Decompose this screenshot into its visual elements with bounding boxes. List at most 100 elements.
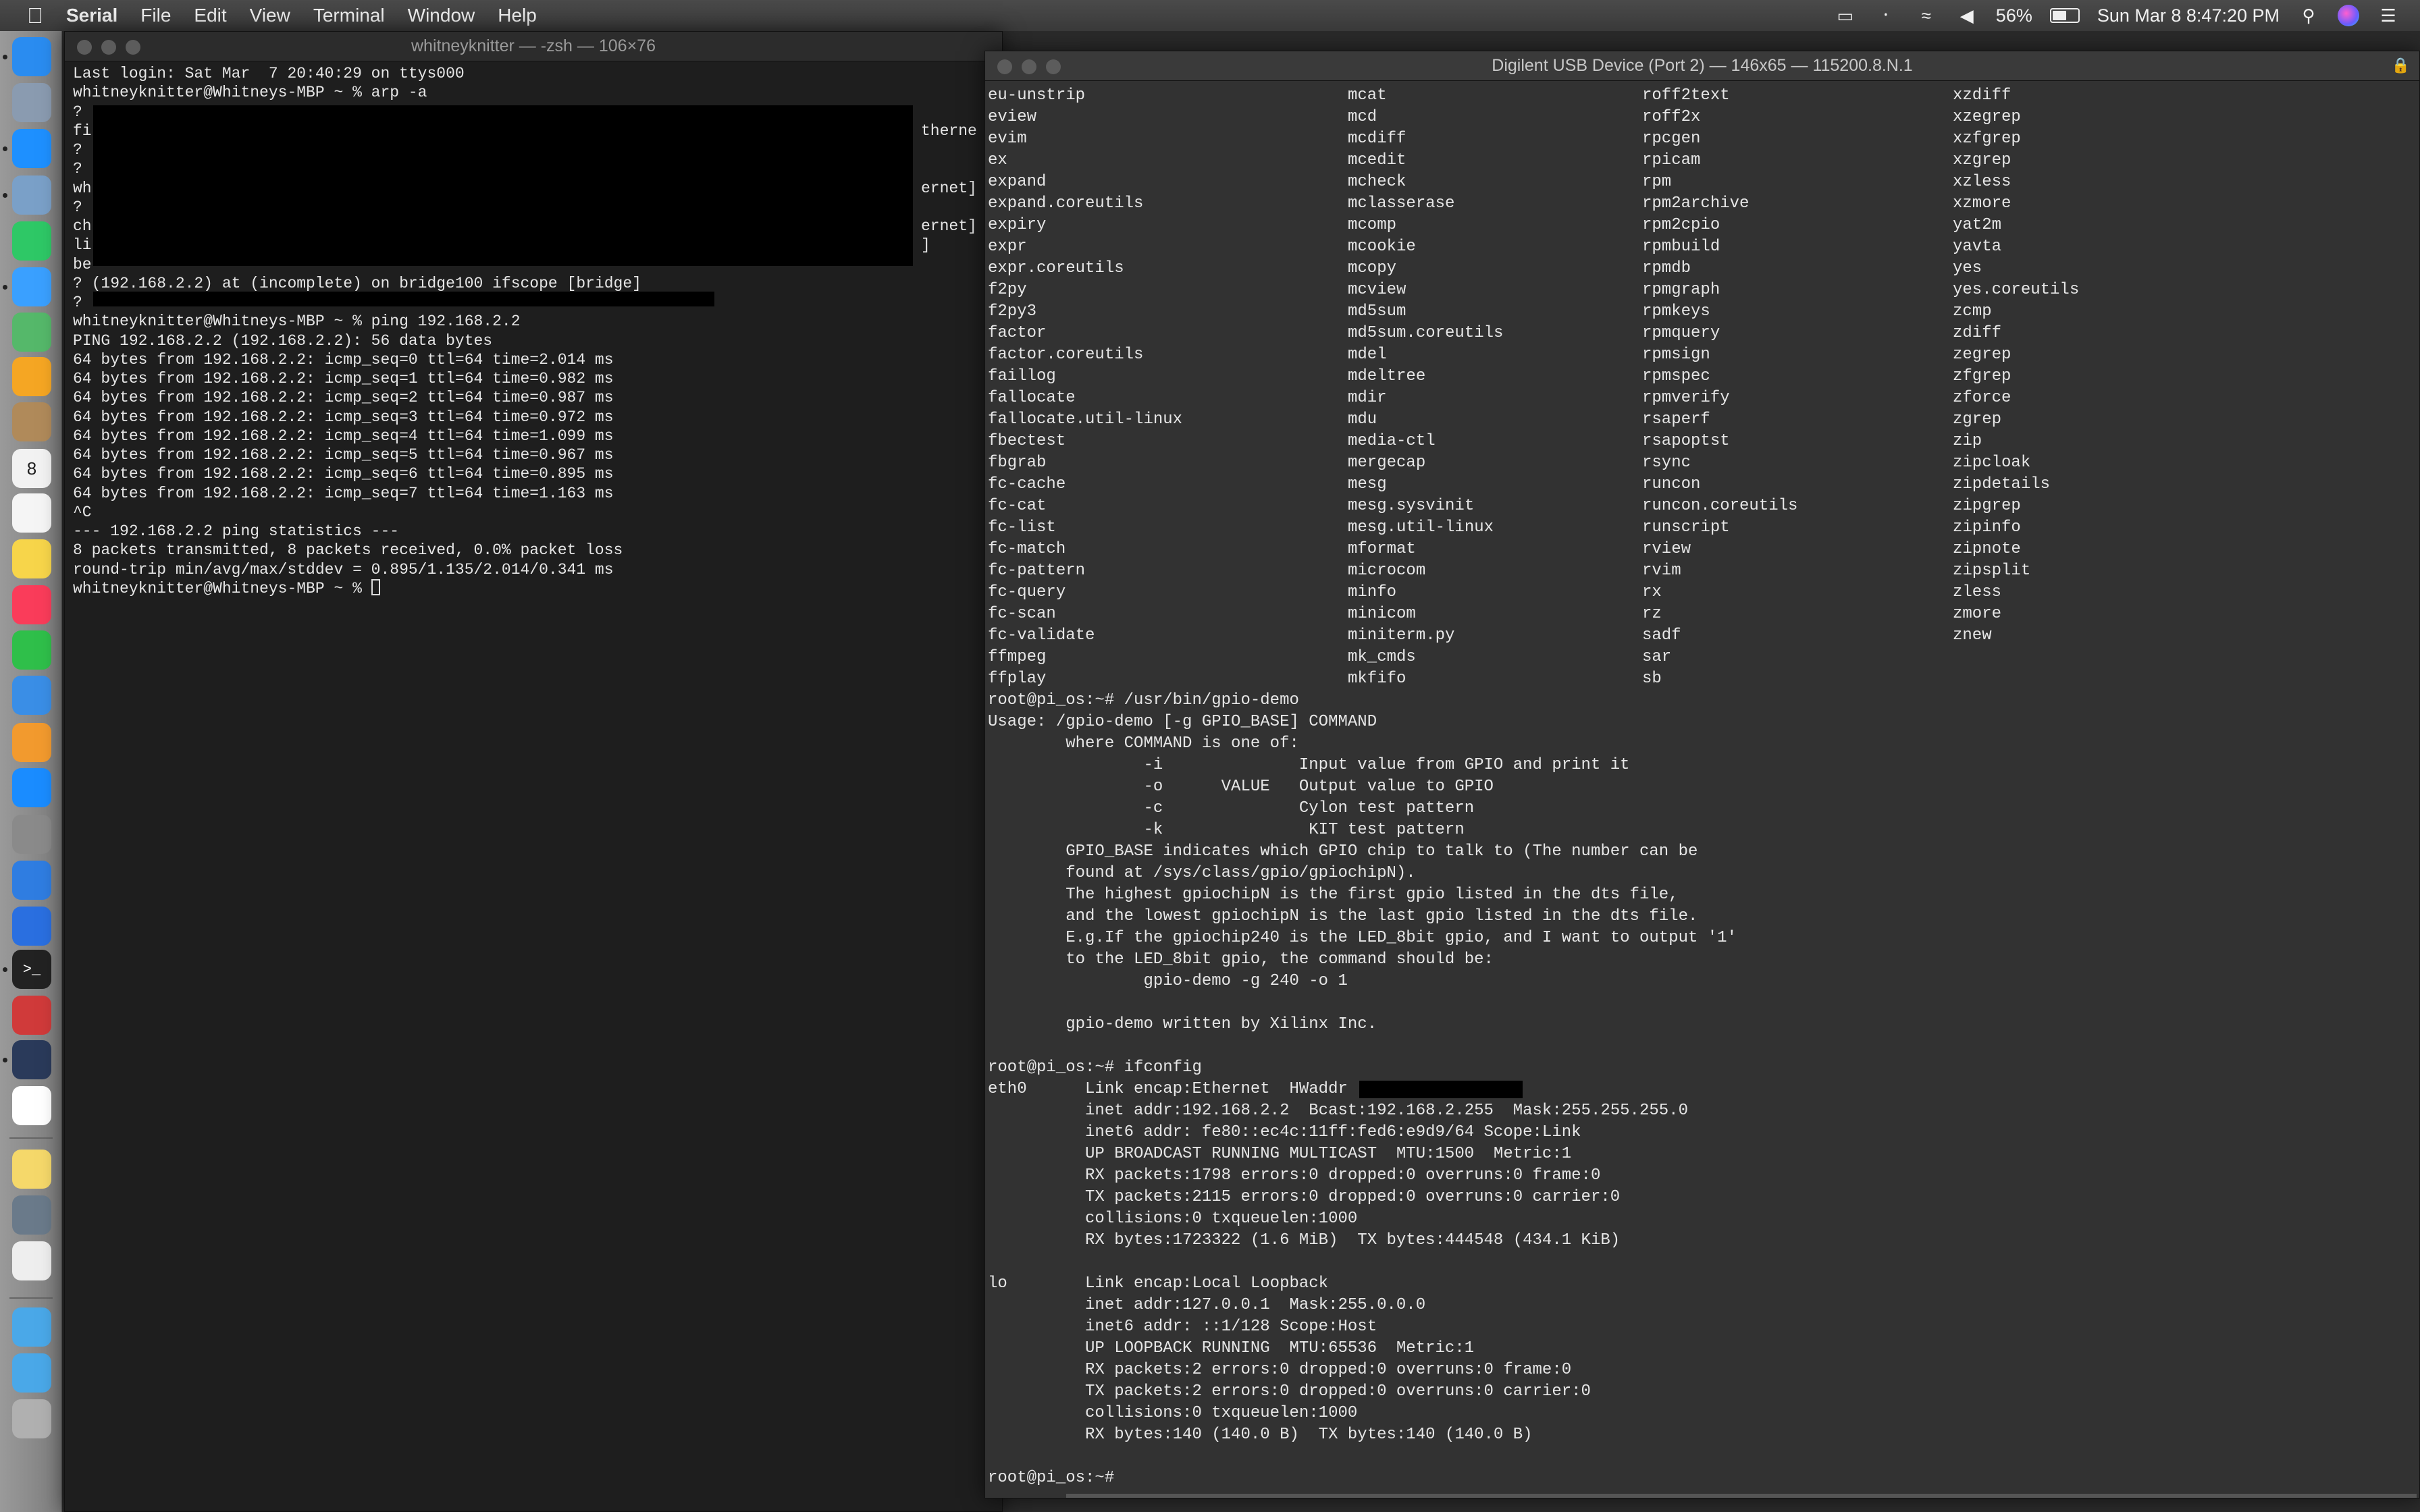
dock-launchpad-icon[interactable] [12,83,51,122]
menu-view[interactable]: View [250,5,290,26]
terminal-line: 64 bytes from 192.168.2.2: icmp_seq=0 tt… [73,350,641,369]
horizontal-scrollbar[interactable] [1066,1494,2417,1498]
dock-safari-icon[interactable] [12,129,51,168]
dock-maps-icon[interactable] [12,313,51,352]
close-button[interactable] [997,59,1012,74]
title-bar[interactable]: Digilent USB Device (Port 2) — 146x65 — … [985,51,2419,81]
dock-parallels-icon[interactable] [12,996,51,1035]
airplay-icon[interactable]: ▭ [1834,5,1857,26]
line-text: ? (192.168.2.2) at (incomplete) on bridg… [73,274,641,292]
dock-xcode-icon[interactable] [12,861,51,900]
dock-textedit-icon[interactable] [12,1241,51,1280]
dock-terminal-icon[interactable]: >_ [12,950,51,989]
menu-file[interactable]: File [140,5,171,26]
dock-pixelmator-icon[interactable] [12,907,51,946]
command-name: rpmgraph [1642,281,1720,299]
command-name: miniterm.py [1348,626,1455,645]
command-name: rpmquery [1642,324,1720,342]
command-name: zless [1953,583,2002,601]
redaction-box [93,105,913,266]
dock-notes-icon[interactable] [12,539,51,578]
terminal-window-zsh[interactable]: whitneyknitter — -zsh — 106×76 Last logi… [64,31,1003,1512]
search-icon[interactable]: ⚲ [2297,5,2320,26]
dock: 8 >_ [0,31,62,1512]
dock-separator [9,1297,53,1299]
dock-facetime-icon[interactable] [12,221,51,261]
terminal-line: root@pi_os:~# [988,1469,1124,1487]
clock[interactable]: Sun Mar 8 8:47:20 PM [2097,5,2280,26]
menu-app-name[interactable]: Serial [66,5,117,26]
dock-calendar-icon[interactable]: 8 [12,449,51,488]
dock-system-preferences-icon[interactable] [12,815,51,854]
bluetooth-icon[interactable]: ᛫ [1874,5,1897,26]
menu-terminal[interactable]: Terminal [313,5,385,26]
dock-photos-icon[interactable] [12,357,51,396]
command-name: fc-list [988,518,1056,537]
close-button[interactable] [77,40,92,55]
command-name: fc-cat [988,497,1047,515]
running-indicator [3,146,7,151]
menu-edit[interactable]: Edit [194,5,226,26]
terminal-line: inet6 addr: ::1/128 Scope:Host [988,1318,1377,1336]
window-title: whitneyknitter — -zsh — 106×76 [411,36,656,55]
menu-window[interactable]: Window [408,5,475,26]
command-list-row: fc-match mformat rview zipnote [988,539,2413,560]
command-name: fbectest [988,432,1066,450]
command-name: mdu [1348,410,1377,429]
dock-contacts-icon[interactable] [12,402,51,441]
dock-music-icon[interactable] [12,585,51,624]
dock-app-store-icon[interactable] [12,768,51,807]
command-name: mcdiff [1348,130,1406,148]
command-list-row: fc-cache mesg runcon zipdetails [988,474,2413,495]
menu-help[interactable]: Help [498,5,537,26]
command-name: mesg.util-linux [1348,518,1494,537]
minimize-button[interactable] [101,40,116,55]
dock-keynote-icon[interactable] [12,676,51,715]
terminal-line: round-trip min/avg/max/stddev = 0.895/1.… [73,560,641,579]
notification-center-icon[interactable]: ☰ [2377,5,2400,26]
command-name: yat2m [1953,216,2002,234]
serial-output[interactable]: eu-unstrip mcat roff2text xzdiff eview mcd rof… [988,85,2413,1489]
command-list-row: fbgrab mergecap rsync zipcloak [988,452,2413,474]
dock-finder-icon[interactable] [12,37,51,76]
dock-preview-icon[interactable] [12,176,51,215]
command-name: mkfifo [1348,670,1406,688]
dock-downloads-folder-icon[interactable] [12,1353,51,1393]
terminal-line: ? (192.168.2.2) at (incomplete) on bridg… [73,274,641,293]
command-name: faillog [988,367,1056,385]
zoom-button[interactable] [1046,59,1061,74]
command-name: md5sum.coreutils [1348,324,1504,342]
dock-serial-icon[interactable] [12,1040,51,1079]
zoom-button[interactable] [126,40,140,55]
command-name: sb [1642,670,1662,688]
command-list-row: eu-unstrip mcat roff2text xzdiff [988,85,2413,107]
command-name: mcheck [1348,173,1406,191]
dock-messages-icon[interactable] [12,267,51,306]
terminal-line: 64 bytes from 192.168.2.2: icmp_seq=3 tt… [73,408,641,427]
dock-slack-icon[interactable] [12,1086,51,1125]
battery-icon[interactable] [2049,8,2080,23]
command-name: rsync [1642,454,1691,472]
dock-applications-folder-icon[interactable] [12,1307,51,1347]
dock-reminders-icon[interactable] [12,493,51,533]
command-name: fbgrab [988,454,1047,472]
dock-photo-booth-icon[interactable] [12,1195,51,1235]
dock-pages-icon[interactable] [12,723,51,762]
siri-icon[interactable] [2338,5,2359,26]
command-list-row: ffplay mkfifo sb [988,668,2413,690]
command-name: evim [988,130,1027,148]
volume-icon[interactable]: ◀ [1955,5,1978,26]
dock-numbers-icon[interactable] [12,630,51,670]
terminal-line: -i Input value from GPIO and print it [988,756,1630,774]
serial-window-digilent[interactable]: Digilent USB Device (Port 2) — 146x65 — … [984,51,2420,1498]
dock-stickies-icon[interactable] [12,1150,51,1189]
apple-menu-icon[interactable]:  [27,3,43,28]
wifi-icon[interactable]: ≈ [1915,5,1938,26]
command-name: zipnote [1953,540,2021,558]
title-bar[interactable]: whitneyknitter — -zsh — 106×76 [65,32,1002,61]
command-name: rpmkeys [1642,302,1710,321]
lock-icon[interactable]: 🔒 [2392,57,2410,74]
command-name: sadf [1642,626,1681,645]
dock-trash-icon[interactable] [12,1399,51,1438]
minimize-button[interactable] [1022,59,1036,74]
